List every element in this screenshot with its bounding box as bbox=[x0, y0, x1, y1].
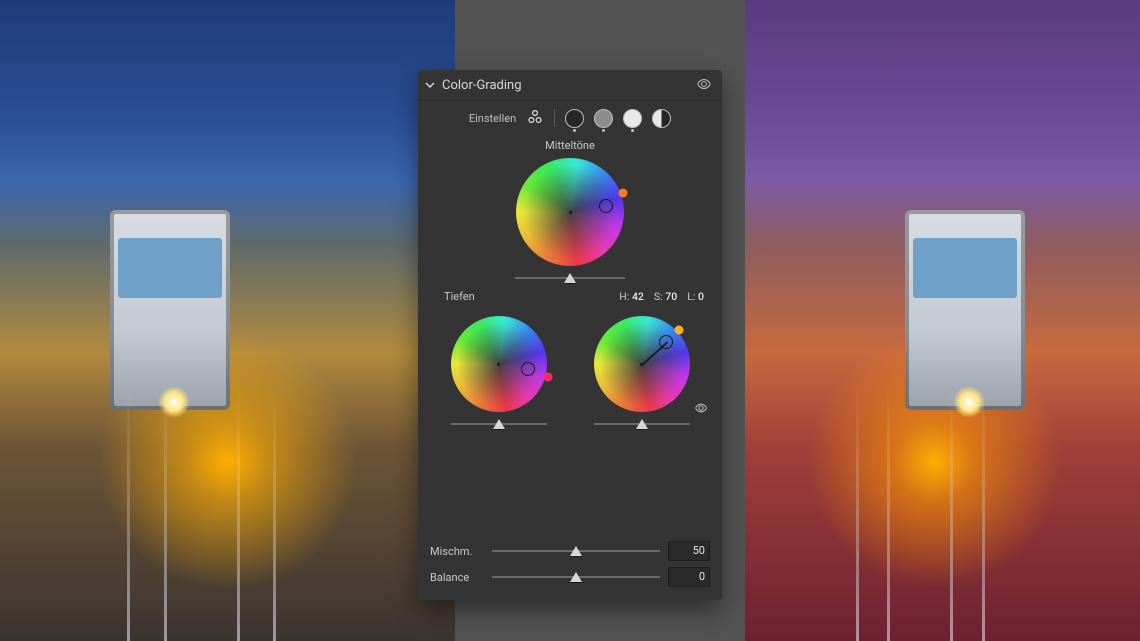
rails bbox=[0, 385, 455, 641]
panel-header: Color-Grading bbox=[418, 70, 722, 101]
color-grading-panel: Color-Grading Einstellen Mitteltöne bbox=[418, 70, 722, 600]
slider-thumb[interactable] bbox=[564, 273, 576, 283]
blend-slider[interactable] bbox=[492, 543, 660, 559]
highlights-luminance-slider[interactable] bbox=[594, 416, 690, 432]
highlights-hue-handle[interactable] bbox=[659, 335, 673, 349]
highlights-wheel[interactable] bbox=[594, 316, 690, 412]
balance-label: Balance bbox=[430, 571, 484, 584]
mode-global-icon[interactable] bbox=[652, 109, 671, 128]
midtones-title: Mitteltöne bbox=[418, 139, 722, 152]
wheel-center-dot bbox=[569, 211, 572, 214]
shadows-sat-handle[interactable] bbox=[543, 373, 552, 382]
shadows-title: Tiefen bbox=[444, 290, 475, 303]
slider-thumb[interactable] bbox=[570, 572, 582, 582]
highlights-visibility-icon[interactable] bbox=[694, 401, 708, 418]
blend-label: Mischm. bbox=[430, 545, 484, 558]
panel-title: Color-Grading bbox=[442, 78, 696, 93]
wheel-center-dot bbox=[497, 363, 500, 366]
global-sliders: Mischm. 50 Balance 0 bbox=[430, 538, 710, 590]
panel-visibility-icon[interactable] bbox=[696, 76, 712, 95]
mode-shadows-icon[interactable] bbox=[565, 109, 584, 128]
tram-illustration bbox=[905, 210, 1025, 410]
shadows-wheel[interactable] bbox=[451, 316, 547, 412]
highlights-wheel-group bbox=[577, 310, 706, 436]
shadows-hue-handle[interactable] bbox=[521, 362, 535, 376]
balance-value[interactable]: 0 bbox=[668, 567, 710, 587]
mode-midtones-icon[interactable] bbox=[594, 109, 613, 128]
midtones-luminance-slider[interactable] bbox=[515, 270, 625, 286]
midtones-hue-handle[interactable] bbox=[599, 199, 613, 213]
highlights-sat-handle[interactable] bbox=[675, 325, 684, 334]
slider-thumb[interactable] bbox=[636, 419, 648, 429]
original-photo bbox=[0, 0, 455, 641]
midtones-wheel[interactable] bbox=[516, 158, 624, 266]
graded-photo bbox=[745, 0, 1140, 641]
midtones-sat-handle[interactable] bbox=[618, 188, 627, 197]
collapse-icon[interactable] bbox=[424, 79, 436, 91]
mode-highlights-icon[interactable] bbox=[623, 109, 642, 128]
shadows-wheel-group bbox=[434, 310, 563, 436]
blend-value[interactable]: 50 bbox=[668, 541, 710, 561]
balance-slider[interactable] bbox=[492, 569, 660, 585]
slider-thumb[interactable] bbox=[570, 546, 582, 556]
adjust-row: Einstellen bbox=[418, 101, 722, 135]
shadows-luminance-slider[interactable] bbox=[451, 416, 547, 432]
separator bbox=[554, 109, 555, 127]
rails bbox=[745, 385, 1140, 641]
tram-illustration bbox=[110, 210, 230, 410]
adjust-label: Einstellen bbox=[469, 112, 516, 125]
midtones-wheel-group bbox=[418, 158, 722, 286]
slider-thumb[interactable] bbox=[493, 419, 505, 429]
adjust-mode-group bbox=[526, 108, 671, 129]
mode-three-way-icon[interactable] bbox=[526, 108, 544, 129]
